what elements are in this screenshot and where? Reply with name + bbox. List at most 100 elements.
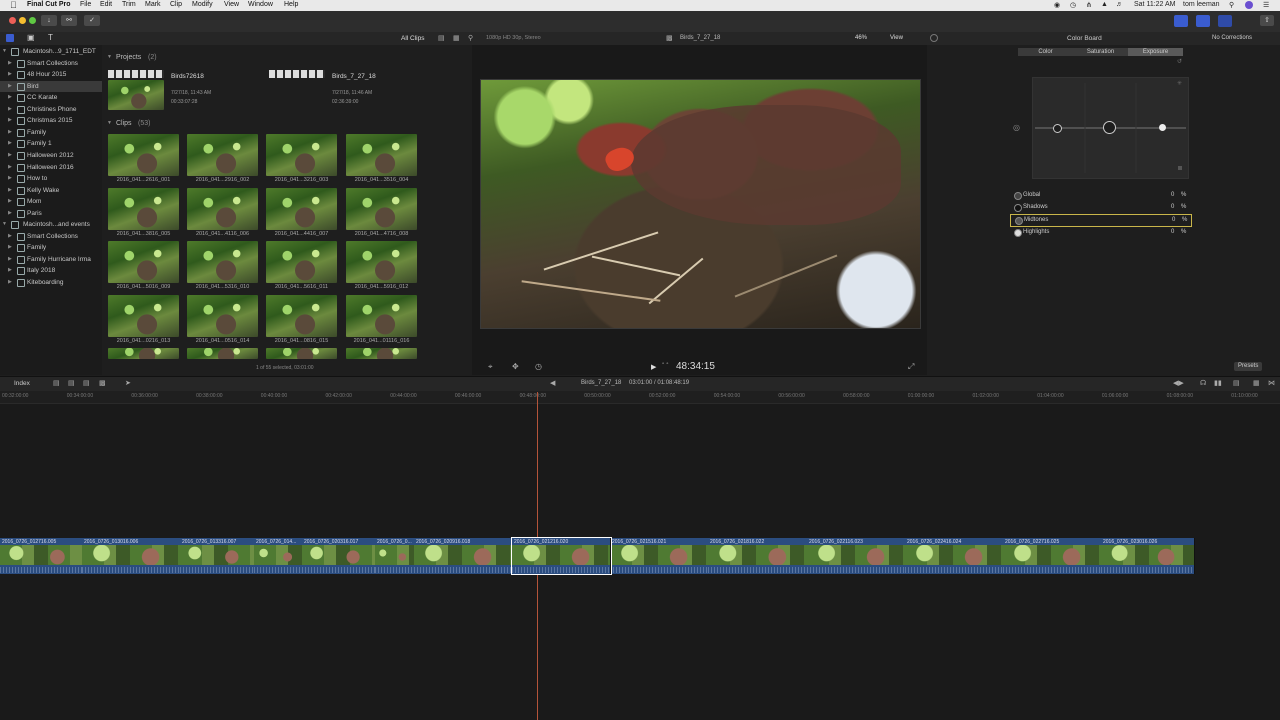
libraries-icon[interactable] <box>6 34 14 42</box>
clip-thumbnail-partial[interactable] <box>108 348 179 359</box>
disclosure-icon[interactable]: ▶ <box>8 152 12 158</box>
share-button[interactable]: ⇧ <box>1260 15 1274 26</box>
clip-thumbnail[interactable] <box>108 187 179 230</box>
row-value[interactable]: 0 <box>1171 229 1174 235</box>
bluetooth-icon[interactable]: ⋔ <box>1086 1 1092 9</box>
clip-thumbnail[interactable] <box>187 134 258 176</box>
clip-thumbnail[interactable] <box>187 294 258 337</box>
disclosure-icon[interactable]: ▶ <box>8 164 12 170</box>
row-midtones[interactable]: Midtones 0 % <box>1010 214 1192 227</box>
clip-thumbnail[interactable] <box>108 241 179 283</box>
menu-view[interactable]: View <box>224 1 239 8</box>
timeline-clip[interactable]: 2016_0726_020316.017 <box>302 538 376 574</box>
index-button[interactable]: Index <box>14 380 30 387</box>
row-global[interactable]: Global 0 % <box>1010 190 1190 201</box>
wifi-icon[interactable]: ▲ <box>1101 1 1108 8</box>
library-item[interactable]: ▶ Smart Collections <box>0 231 102 242</box>
minimize-window-button[interactable] <box>19 17 26 24</box>
zoom-window-button[interactable] <box>29 17 36 24</box>
timeline-clip[interactable]: 2016_0726_022116.023 <box>807 538 906 574</box>
library-item[interactable]: ▶ Smart Collections <box>0 58 102 69</box>
menu-app-name[interactable]: Final Cut Pro <box>27 1 71 8</box>
library-item[interactable]: ▶ Family 1 <box>0 138 102 149</box>
clip-thumbnail[interactable] <box>108 134 179 176</box>
library-item[interactable]: ▶ Italy 2018 <box>0 265 102 276</box>
clip-thumbnail[interactable] <box>266 134 337 176</box>
color-board-area[interactable]: ✳ <box>1032 77 1189 179</box>
row-value[interactable]: 0 <box>1172 217 1175 223</box>
audio-skimming-icon[interactable]: ◀▶ <box>1173 379 1184 387</box>
timeline-clip[interactable]: 2016_0726_022416.024 <box>905 538 1004 574</box>
clip-thumbnail[interactable] <box>187 187 258 230</box>
library-item[interactable]: ▶ How to <box>0 173 102 184</box>
menu-trim[interactable]: Trim <box>122 1 136 8</box>
menu-window[interactable]: Window <box>248 1 273 8</box>
time-machine-icon[interactable]: ◷ <box>1070 1 1076 9</box>
titles-icon[interactable]: T <box>48 33 53 42</box>
keywords-button[interactable]: ⚯ <box>61 15 77 26</box>
disclosure-icon[interactable]: ▶ <box>8 106 12 112</box>
timeline-ruler[interactable]: 00:32:00:00 00:34:00:00 00:36:00:00 00:38:0… <box>0 391 1280 404</box>
disclosure-icon[interactable]: ▶ <box>8 60 12 66</box>
library-item[interactable]: ▶ Paris <box>0 208 102 219</box>
volume-icon[interactable]: ♬ <box>1116 1 1123 8</box>
shadows-puck[interactable] <box>1053 124 1062 133</box>
clip-thumbnail[interactable] <box>187 241 258 283</box>
menu-mark[interactable]: Mark <box>145 1 161 8</box>
record-icon[interactable]: ◉ <box>1054 1 1060 9</box>
play-button[interactable]: ▶ <box>651 363 656 371</box>
row-value[interactable]: 0 <box>1171 192 1174 198</box>
clip-thumbnail-partial[interactable] <box>266 348 337 359</box>
disclosure-icon[interactable]: ▶ <box>8 210 12 216</box>
library-item[interactable]: ▶ Kiteboarding <box>0 277 102 288</box>
library-item[interactable]: ▼ Macintosh...9_1711_EDT <box>0 46 102 57</box>
notification-center-icon[interactable]: ☰ <box>1263 1 1269 9</box>
library-item[interactable]: ▶ Halloween 2016 <box>0 162 102 173</box>
menubar-clock[interactable]: Sat 11:22 AM <box>1134 1 1176 8</box>
disclosure-icon[interactable]: ▶ <box>8 256 12 262</box>
timeline-clip[interactable]: 2016_0726_014... <box>254 538 303 574</box>
timeline-clip[interactable]: 2016_0726_021516.021 <box>610 538 709 574</box>
spotlight-icon[interactable]: ⚲ <box>1229 1 1234 9</box>
clip-appearance-timeline-icon[interactable]: ▤ <box>1233 379 1240 387</box>
clip-thumbnail[interactable] <box>266 241 337 283</box>
library-item[interactable]: ▶ Family <box>0 127 102 138</box>
library-item[interactable]: ▶ CC Karate <box>0 92 102 103</box>
viewer-timecode[interactable]: 48:34:15 <box>676 361 715 372</box>
row-shadows[interactable]: Shadows 0 % <box>1010 202 1190 213</box>
disclosure-icon[interactable]: ▶ <box>8 175 12 181</box>
disclosure-icon[interactable]: ▶ <box>8 267 12 273</box>
insert-clip-icon[interactable]: ▤ <box>68 379 75 387</box>
filmstrip-icon[interactable]: ▦ <box>453 34 460 42</box>
library-item[interactable]: ▶ Family Hurricane Irma <box>0 254 102 265</box>
library-item[interactable]: ▼ Macintosh...and events <box>0 219 102 230</box>
effects-browser-icon[interactable]: ▦ <box>1253 379 1260 387</box>
clip-thumbnail[interactable] <box>346 187 417 230</box>
clip-filter-dropdown[interactable]: All Clips <box>401 35 424 42</box>
solo-icon[interactable]: ☊ <box>1200 379 1206 387</box>
library-item[interactable]: ▶ Christines Phone <box>0 104 102 115</box>
connect-clip-icon[interactable]: ▤ <box>53 379 60 387</box>
show-browser-icon[interactable] <box>1174 15 1188 27</box>
crop-tool-icon[interactable]: ⌖ <box>488 362 493 372</box>
clip-appearance-icon[interactable]: ▤ <box>438 34 445 42</box>
project-card-2[interactable] <box>269 70 325 112</box>
overwrite-clip-icon[interactable]: ▩ <box>99 379 106 387</box>
library-item[interactable]: ▶ Bird <box>0 80 102 92</box>
corrections-dropdown[interactable]: No Corrections <box>1212 35 1252 41</box>
disclosure-icon[interactable]: ▶ <box>8 187 12 193</box>
disclosure-icon[interactable]: ▼ <box>2 48 7 54</box>
clips-disclosure-icon[interactable]: ▼ <box>107 120 112 126</box>
select-tool-icon[interactable]: ➤ <box>125 379 131 387</box>
midtones-puck[interactable] <box>1103 121 1116 134</box>
reset-icon[interactable]: ↺ <box>1177 58 1182 65</box>
append-clip-icon[interactable]: ▤ <box>83 379 90 387</box>
disclosure-icon[interactable]: ▶ <box>8 198 12 204</box>
disclosure-icon[interactable]: ▶ <box>8 117 12 123</box>
viewer-frame[interactable] <box>480 79 921 329</box>
viewer-zoom-dropdown[interactable]: 46% <box>855 35 867 41</box>
transform-tool-icon[interactable]: ✥ <box>512 362 519 371</box>
color-board-toggle-icon[interactable] <box>930 34 938 42</box>
apple-icon[interactable]:  <box>10 0 17 10</box>
clip-thumbnail[interactable] <box>266 294 337 337</box>
